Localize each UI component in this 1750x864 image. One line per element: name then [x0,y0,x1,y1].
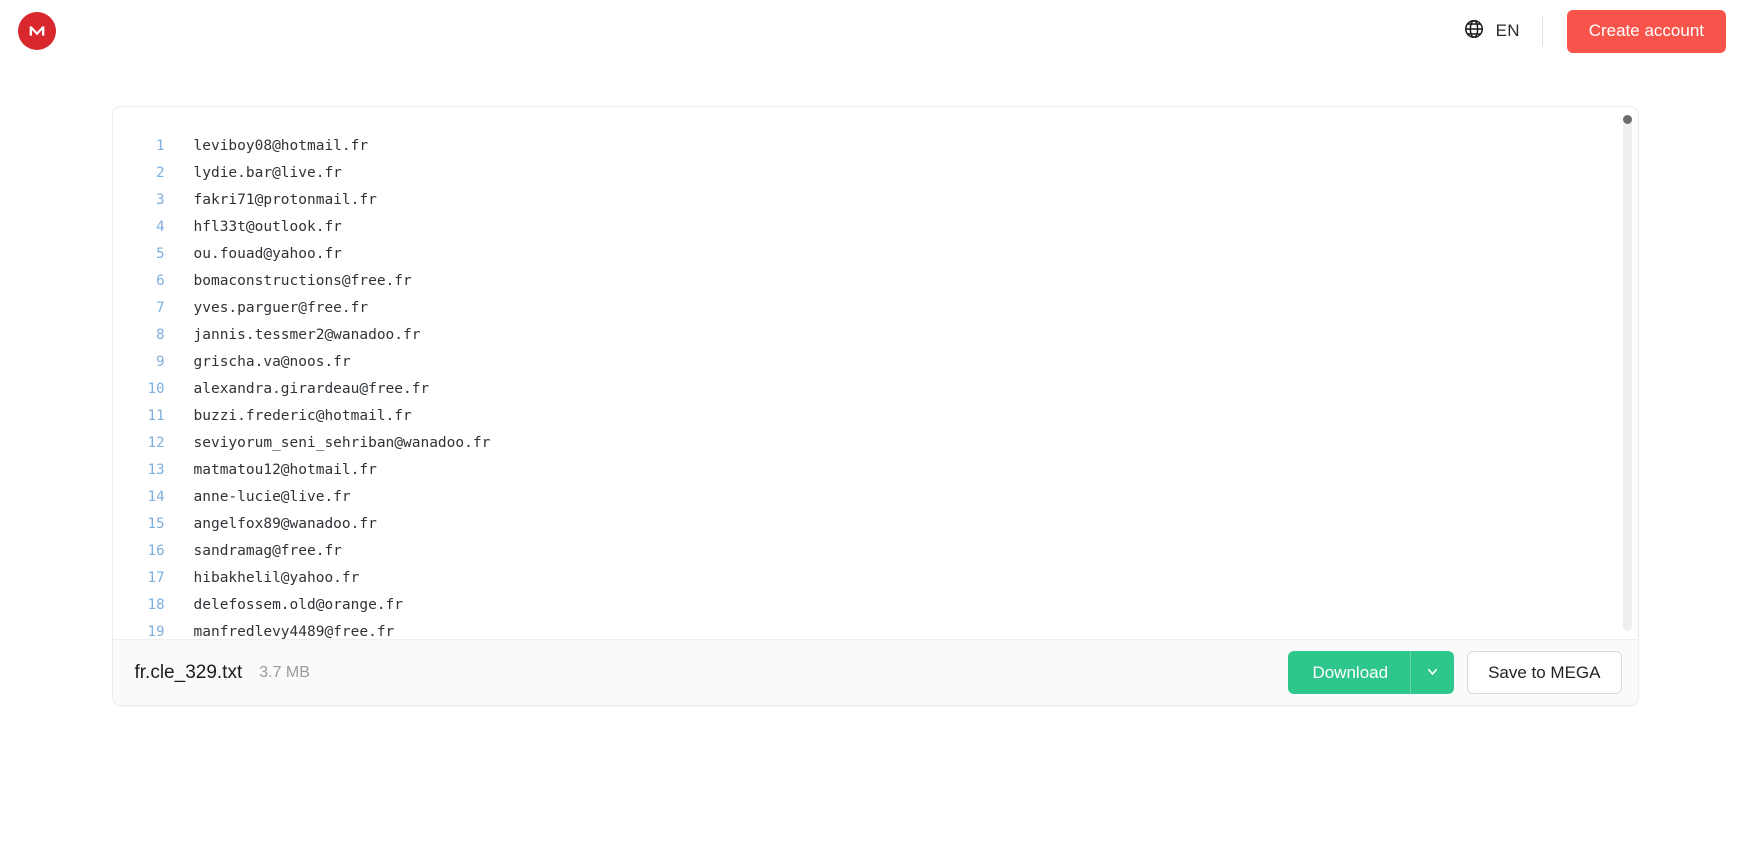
code-line: 5 ou.fouad@yahoo.fr [113,241,1638,268]
download-button[interactable]: Download [1288,651,1410,694]
line-number: 8 [156,327,165,343]
code-line: 19 manfredlevy4489@free.fr [113,619,1638,639]
code-line: 15 angelfox89@wanadoo.fr [113,511,1638,538]
line-text: hibakhelil@yahoo.fr [193,570,360,586]
line-text: grischa.va@noos.fr [193,354,351,370]
code-lines: 1 leviboy08@hotmail.fr 2 lydie.bar@live.fr 3… [113,133,1638,639]
line-number: 6 [156,273,165,289]
code-line: 6 bomaconstructions@free.fr [113,268,1638,295]
line-text: fakri71@protonmail.fr [193,192,377,208]
line-text: yves.parguer@free.fr [193,300,369,316]
line-number: 15 [147,516,165,532]
line-number: 16 [147,543,165,559]
line-number: 9 [156,354,165,370]
code-line: 4 hfl33t@outlook.fr [113,214,1638,241]
text-file-viewer[interactable]: 1 leviboy08@hotmail.fr 2 lydie.bar@live.fr 3… [112,107,1638,639]
code-line: 18 delefossem.old@orange.fr [113,592,1638,619]
code-line: 2 lydie.bar@live.fr [113,160,1638,187]
code-line: 11 buzzi.frederic@hotmail.fr [113,403,1638,430]
line-number: 17 [147,570,165,586]
line-number: 10 [147,381,165,397]
viewer-scrollbar[interactable] [1622,115,1632,631]
code-line: 1 leviboy08@hotmail.fr [113,133,1638,160]
line-text: jannis.tessmer2@wanadoo.fr [193,327,421,343]
file-size: 3.7 MB [259,663,310,681]
code-line: 12 seviyorum_seni_sehriban@wanadoo.fr [113,430,1638,457]
line-text: seviyorum_seni_sehriban@wanadoo.fr [193,435,491,451]
line-number: 11 [147,408,165,424]
line-text: anne-lucie@live.fr [193,489,351,505]
line-text: sandramag@free.fr [193,543,342,559]
code-line: 3 fakri71@protonmail.fr [113,187,1638,214]
line-number: 19 [147,624,165,639]
line-number: 12 [147,435,165,451]
code-line: 10 alexandra.girardeau@free.fr [113,376,1638,403]
file-action-bar: fr.cle_329.txt 3.7 MB Download Save to M… [112,639,1638,705]
content-area: 1 leviboy08@hotmail.fr 2 lydie.bar@live.fr 3… [0,62,1750,706]
scrollbar-thumb[interactable] [1622,115,1632,124]
line-number: 4 [156,219,165,235]
line-text: buzzi.frederic@hotmail.fr [193,408,412,424]
file-preview-card: 1 leviboy08@hotmail.fr 2 lydie.bar@live.fr 3… [111,106,1639,706]
file-name: fr.cle_329.txt [134,661,243,683]
line-text: hfl33t@outlook.fr [193,219,342,235]
line-number: 7 [156,300,165,316]
line-text: lydie.bar@live.fr [193,165,342,181]
code-line: 16 sandramag@free.fr [113,538,1638,565]
line-number: 5 [156,246,165,262]
code-line: 17 hibakhelil@yahoo.fr [113,565,1638,592]
code-line: 13 matmatou12@hotmail.fr [113,457,1638,484]
line-number: 14 [147,489,165,505]
line-text: bomaconstructions@free.fr [193,273,412,289]
globe-icon [1463,18,1485,45]
download-button-group: Download [1288,651,1455,694]
footer-buttons: Download Save to MEGA [1288,651,1622,694]
code-line: 7 yves.parguer@free.fr [113,295,1638,322]
code-line: 9 grischa.va@noos.fr [113,349,1638,376]
line-text: alexandra.girardeau@free.fr [193,381,430,397]
line-text: matmatou12@hotmail.fr [193,462,377,478]
line-number: 2 [156,165,165,181]
line-text: leviboy08@hotmail.fr [193,138,369,154]
header-divider [1541,16,1543,46]
language-label: EN [1495,21,1520,40]
line-number: 1 [156,138,165,154]
code-line: 8 jannis.tessmer2@wanadoo.fr [113,322,1638,349]
line-text: delefossem.old@orange.fr [193,597,404,613]
language-selector[interactable]: EN [1453,12,1542,51]
download-options-button[interactable] [1410,651,1454,694]
header-actions: EN Create account [1453,9,1726,53]
line-number: 13 [147,462,165,478]
mega-logo-icon[interactable] [18,12,56,50]
create-account-button[interactable]: Create account [1566,9,1726,53]
line-text: manfredlevy4489@free.fr [193,624,395,639]
chevron-down-icon [1425,664,1440,682]
page-header: EN Create account [0,0,1750,62]
line-text: ou.fouad@yahoo.fr [193,246,342,262]
save-to-mega-button[interactable]: Save to MEGA [1467,651,1622,694]
line-number: 3 [156,192,165,208]
code-line: 14 anne-lucie@live.fr [113,484,1638,511]
line-text: angelfox89@wanadoo.fr [193,516,377,532]
line-number: 18 [147,597,165,613]
